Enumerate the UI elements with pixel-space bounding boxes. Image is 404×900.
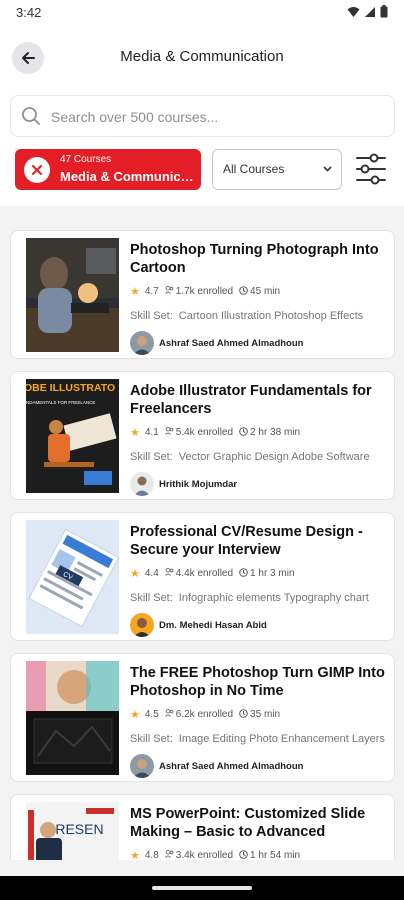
skill-set: Skill Set: Infographic elements Typograph… bbox=[130, 592, 385, 604]
author-name: Hrithik Mojumdar bbox=[159, 478, 238, 490]
course-card[interactable]: CV Professional CV/Resume Design - Secur… bbox=[10, 512, 395, 641]
search-icon bbox=[22, 107, 40, 125]
status-time: 3:42 bbox=[16, 5, 42, 20]
course-thumbnail: PRESEN bbox=[26, 802, 119, 860]
enrolled-count: 3.4k enrolled bbox=[175, 850, 234, 860]
clock-icon bbox=[239, 708, 248, 721]
skill-set-values: Vector Graphic Design Adobe Software bbox=[178, 451, 370, 463]
thumbnail-text: NDAMENTALS FOR FREELANCE bbox=[26, 400, 95, 405]
clock-icon bbox=[239, 426, 248, 439]
enrolled-count: 1.7k enrolled bbox=[175, 286, 234, 297]
chevron-down-icon bbox=[323, 166, 332, 172]
category-name: Media & Communication bbox=[60, 169, 196, 184]
page-title: Media & Communication bbox=[120, 48, 284, 65]
enrolled-count: 5.4k enrolled bbox=[175, 427, 234, 438]
star-icon: ★ bbox=[130, 850, 140, 860]
star-icon: ★ bbox=[130, 427, 140, 439]
course-meta: ★ 4.5 6.2k enrolled 35 min bbox=[130, 708, 280, 721]
status-bar: 3:42 bbox=[0, 0, 404, 26]
avatar bbox=[130, 754, 154, 778]
skill-set: Skill Set: Image Editing Photo Enhancemen… bbox=[130, 733, 385, 745]
star-icon: ★ bbox=[130, 286, 140, 298]
course-meta: ★ 4.8 3.4k enrolled 1 hr 54 min bbox=[130, 849, 300, 860]
course-card[interactable]: Photoshop Turning Photograph Into Cartoo… bbox=[10, 230, 395, 359]
duration: 1 hr 3 min bbox=[250, 568, 295, 579]
course-card[interactable]: The FREE Photoshop Turn GIMP Into Photos… bbox=[10, 653, 395, 782]
users-icon bbox=[164, 849, 174, 860]
author: Hrithik Mojumdar bbox=[130, 472, 237, 496]
rating: 4.8 bbox=[144, 850, 159, 860]
course-thumbnail bbox=[26, 238, 119, 352]
thumbnail-text: OBE ILLUSTRATO bbox=[26, 382, 115, 394]
author: Ashraf Saed Ahmed Almadhoun bbox=[130, 331, 303, 355]
clock-icon bbox=[239, 567, 248, 580]
course-card[interactable]: PRESEN MS PowerPoint: Customized Slide M… bbox=[10, 794, 395, 860]
skill-set-label: Skill Set: bbox=[130, 310, 173, 322]
system-icons bbox=[347, 5, 388, 18]
skill-set-label: Skill Set: bbox=[130, 733, 173, 745]
skill-set-values: Infographic elements Typography chart bbox=[178, 592, 369, 604]
duration: 1 hr 54 min bbox=[250, 850, 301, 860]
course-title: The FREE Photoshop Turn GIMP Into Photos… bbox=[130, 665, 385, 699]
course-meta: ★ 4.4 4.4k enrolled 1 hr 3 min bbox=[130, 567, 295, 580]
battery-icon bbox=[380, 5, 388, 18]
course-thumbnail: CV bbox=[26, 520, 119, 634]
category-chip[interactable]: 47 Courses Media & Communication bbox=[15, 149, 201, 190]
course-card[interactable]: OBE ILLUSTRATO NDAMENTALS FOR FREELANCE … bbox=[10, 371, 395, 500]
skill-set: Skill Set: Vector Graphic Design Adobe So… bbox=[130, 451, 385, 463]
enrolled-count: 4.4k enrolled bbox=[175, 568, 234, 579]
author: Ashraf Saed Ahmed Almadhoun bbox=[130, 754, 303, 778]
skill-set-values: Image Editing Photo Enhancement Layers bbox=[178, 733, 385, 745]
course-title: Professional CV/Resume Design - Secure y… bbox=[130, 524, 363, 558]
rating: 4.1 bbox=[144, 427, 159, 438]
search-box[interactable] bbox=[10, 95, 395, 137]
avatar bbox=[130, 613, 154, 637]
clock-icon bbox=[239, 849, 248, 861]
course-meta: ★ 4.1 5.4k enrolled 2 hr 38 min bbox=[130, 426, 300, 439]
duration: 45 min bbox=[250, 286, 281, 297]
home-handle[interactable] bbox=[152, 886, 252, 890]
author: Dm. Mehedi Hasan Abid bbox=[130, 613, 267, 637]
course-thumbnail bbox=[26, 661, 119, 775]
skill-set-values: Cartoon Illustration Photoshop Effects bbox=[178, 310, 364, 322]
course-title: Adobe Illustrator Fundamentals for Freel… bbox=[130, 383, 372, 417]
close-icon bbox=[32, 165, 42, 175]
author-name: Ashraf Saed Ahmed Almadhoun bbox=[159, 760, 304, 772]
star-icon: ★ bbox=[130, 709, 140, 721]
rating: 4.7 bbox=[144, 286, 159, 297]
course-thumbnail: OBE ILLUSTRATO NDAMENTALS FOR FREELANCE bbox=[26, 379, 119, 493]
course-list[interactable]: Photoshop Turning Photograph Into Cartoo… bbox=[0, 206, 404, 860]
filter-settings-icon[interactable] bbox=[354, 151, 388, 187]
course-count: 47 Courses bbox=[60, 154, 112, 165]
course-title: Photoshop Turning Photograph Into Cartoo… bbox=[130, 242, 379, 276]
users-icon bbox=[164, 426, 174, 438]
course-title: MS PowerPoint: Customized Slide Making –… bbox=[130, 806, 366, 840]
search-input[interactable] bbox=[49, 105, 383, 129]
users-icon bbox=[164, 285, 174, 297]
duration: 2 hr 38 min bbox=[250, 427, 301, 438]
author-name: Dm. Mehedi Hasan Abid bbox=[159, 619, 267, 631]
course-type-dropdown[interactable]: All Courses bbox=[212, 149, 342, 190]
wifi-icon bbox=[347, 6, 360, 17]
star-icon: ★ bbox=[130, 568, 140, 580]
rating: 4.5 bbox=[144, 709, 159, 720]
clear-category-button[interactable] bbox=[24, 157, 50, 183]
skill-set-label: Skill Set: bbox=[130, 592, 173, 604]
course-meta: ★ 4.7 1.7k enrolled 45 min bbox=[130, 285, 280, 298]
clock-icon bbox=[239, 285, 248, 298]
signal-icon bbox=[365, 6, 375, 17]
rating: 4.4 bbox=[144, 568, 159, 579]
system-nav-bar bbox=[0, 876, 404, 900]
dropdown-value: All Courses bbox=[223, 162, 285, 176]
duration: 35 min bbox=[250, 709, 281, 720]
author-name: Ashraf Saed Ahmed Almadhoun bbox=[159, 337, 304, 349]
users-icon bbox=[164, 567, 174, 579]
avatar bbox=[130, 331, 154, 355]
enrolled-count: 6.2k enrolled bbox=[175, 709, 234, 720]
header: Media & Communication 47 Courses Media &… bbox=[0, 26, 404, 206]
skill-set: Skill Set: Cartoon Illustration Photoshop… bbox=[130, 310, 385, 322]
avatar bbox=[130, 472, 154, 496]
skill-set-label: Skill Set: bbox=[130, 451, 173, 463]
users-icon bbox=[164, 708, 174, 720]
